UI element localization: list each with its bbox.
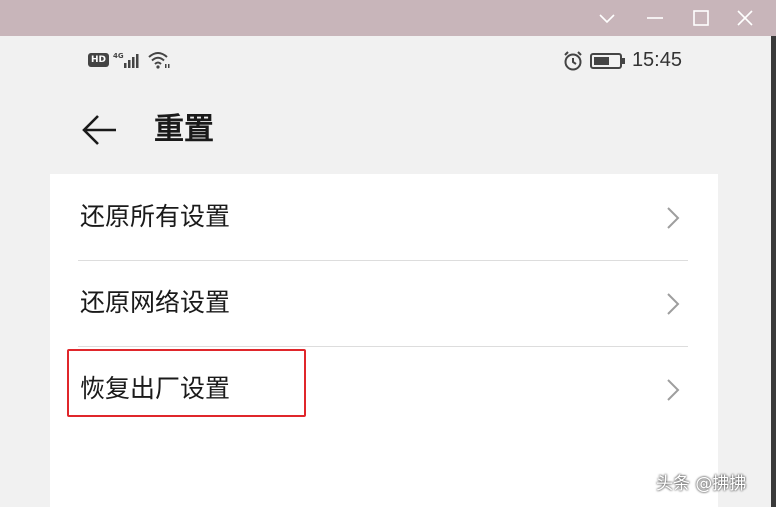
window-right-margin <box>718 36 776 507</box>
page-title: 重置 <box>154 112 214 147</box>
close-icon <box>737 10 753 26</box>
status-bar-left: HD 4G <box>88 50 171 70</box>
maximize-button[interactable] <box>678 0 724 36</box>
close-button[interactable] <box>722 0 768 36</box>
minimize-icon <box>647 17 663 19</box>
window-left-margin <box>0 36 50 507</box>
wifi-icon <box>148 52 170 69</box>
page-header: 重置 <box>50 102 718 158</box>
alarm-icon <box>564 50 582 70</box>
list-item-reset-network-settings[interactable]: 还原网络设置 <box>50 260 718 346</box>
window-titlebar <box>0 0 776 36</box>
list-item-label: 还原网络设置 <box>80 288 231 317</box>
dropdown-button[interactable] <box>584 0 630 36</box>
list-item-factory-reset[interactable]: 恢复出厂设置 <box>50 346 718 432</box>
status-bar-right: 15:45 <box>562 49 682 72</box>
hd-badge: HD <box>88 53 110 67</box>
signal-icon: 4G <box>113 52 139 68</box>
network-type-label: 4G <box>113 52 124 60</box>
chevron-right-icon <box>667 207 680 229</box>
minimize-button[interactable] <box>632 0 678 36</box>
status-time: 15:45 <box>631 49 682 71</box>
chevron-down-icon <box>599 14 615 24</box>
list-item-label: 还原所有设置 <box>80 202 231 231</box>
back-arrow-icon <box>82 115 116 145</box>
chevron-right-icon <box>667 379 680 401</box>
maximize-icon <box>693 10 709 26</box>
window-right-edge <box>771 36 776 507</box>
list-item-reset-all-settings[interactable]: 还原所有设置 <box>50 174 718 260</box>
status-bar: HD 4G 15:45 <box>50 36 718 86</box>
list-item-label: 恢复出厂设置 <box>80 374 231 403</box>
chevron-right-icon <box>667 293 680 315</box>
battery-icon <box>589 52 625 69</box>
settings-list: 还原所有设置 还原网络设置 恢复出厂设置 <box>50 174 718 507</box>
watermark: 头条 @拂拂 <box>656 474 747 494</box>
back-button[interactable] <box>80 110 120 150</box>
phone-screen: HD 4G 15:45 重置 还原所有设置 还原网络设置 恢复出厂设置 <box>50 36 718 507</box>
